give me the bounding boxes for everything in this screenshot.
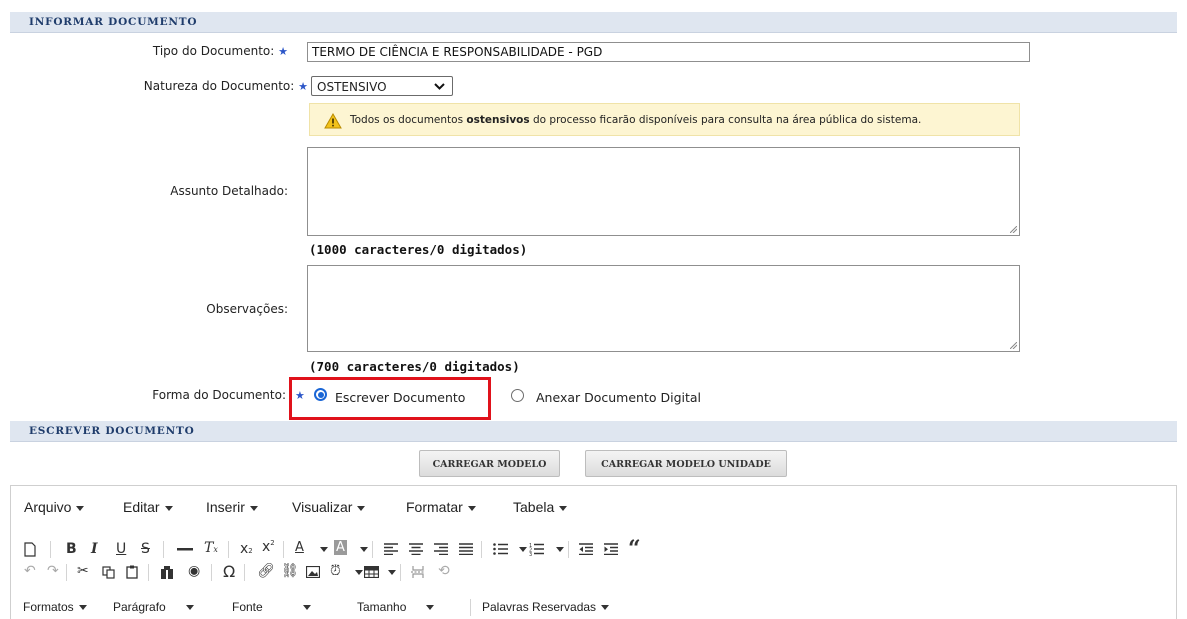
radio-anexar-label[interactable]: Anexar Documento Digital — [536, 390, 701, 405]
menu-inserir[interactable]: Inserir — [206, 499, 258, 515]
undo-icon[interactable]: ↶ — [24, 563, 36, 579]
dropdown-palavras-reservadas[interactable]: Palavras Reservadas — [482, 600, 610, 614]
chevron-down-icon[interactable] — [360, 547, 368, 552]
toolbar-separator — [163, 541, 164, 558]
section-title-escrever: Escrever Documento — [29, 425, 195, 437]
restore-draft-icon[interactable]: ⟲ — [438, 563, 450, 579]
rich-text-editor — [10, 485, 1177, 619]
toolbar-separator — [211, 564, 212, 581]
dropdown-paragrafo[interactable]: Parágrafo — [113, 600, 194, 614]
natureza-label: Natureza do Documento: ★ — [143, 79, 308, 93]
indent-icon[interactable] — [604, 543, 618, 555]
chevron-down-icon[interactable] — [355, 570, 363, 575]
link-icon[interactable]: 🔗︎ — [257, 563, 275, 579]
carregar-modelo-unidade-button[interactable]: CARREGAR MODELO UNIDADE — [585, 450, 787, 477]
image-icon[interactable] — [306, 566, 320, 578]
special-char-icon[interactable]: Ω — [223, 562, 235, 581]
dropdown-fonte[interactable]: Fonte — [232, 600, 311, 614]
strikethrough-icon[interactable]: S — [141, 541, 150, 557]
resize-grip-icon[interactable] — [1010, 226, 1017, 233]
subscript-icon[interactable]: x2 — [240, 541, 253, 557]
text-color-icon[interactable]: A — [295, 540, 304, 555]
menu-editar[interactable]: Editar — [123, 499, 173, 515]
underline-icon[interactable]: U — [116, 541, 126, 557]
section-header-escrever: Escrever Documento — [10, 421, 1177, 442]
paste-icon[interactable] — [126, 565, 138, 579]
forma-label: Forma do Documento: — [152, 388, 286, 402]
assunto-counter: (1000 caracteres/0 digitados) — [309, 242, 528, 257]
align-right-icon[interactable] — [434, 543, 448, 555]
unlink-icon[interactable]: ⛓︎ — [281, 563, 299, 579]
carregar-modelo-button[interactable]: CARREGAR MODELO — [419, 450, 560, 477]
required-icon: ★ — [298, 80, 308, 93]
menu-arquivo[interactable]: Arquivo — [24, 499, 85, 515]
warning-text: Todos os documentos ostensivos do proces… — [350, 114, 922, 126]
find-replace-icon[interactable] — [160, 566, 174, 579]
outdent-icon[interactable] — [579, 543, 593, 555]
horizontal-rule-icon[interactable] — [177, 548, 193, 551]
toolbar-separator — [66, 564, 67, 581]
radio-anexar-documento[interactable] — [511, 389, 524, 402]
page-break-icon[interactable] — [411, 566, 425, 578]
resize-grip-icon[interactable] — [1010, 342, 1017, 349]
align-justify-icon[interactable] — [459, 543, 473, 555]
cut-icon[interactable]: ✂ — [77, 563, 89, 579]
bold-icon[interactable]: B — [66, 541, 77, 557]
menu-formatar[interactable]: Formatar — [406, 499, 476, 515]
natureza-select-value: OSTENSIVO — [317, 80, 387, 94]
section-header-informar: Informar Documento — [10, 12, 1177, 33]
align-center-icon[interactable] — [409, 543, 423, 555]
section-title-informar: Informar Documento — [29, 16, 198, 28]
bullet-list-icon[interactable] — [493, 543, 508, 555]
chevron-down-icon[interactable] — [320, 547, 328, 552]
required-icon: ★ — [278, 45, 288, 58]
toolbar-separator — [148, 564, 149, 581]
dropdown-tamanho[interactable]: Tamanho — [357, 600, 435, 614]
assunto-textarea[interactable] — [307, 147, 1020, 236]
svg-text:3: 3 — [529, 552, 532, 556]
natureza-select[interactable]: OSTENSIVO — [311, 76, 453, 96]
background-color-icon[interactable]: A — [334, 540, 347, 555]
warning-icon — [324, 113, 342, 129]
preview-icon[interactable]: ◉ — [188, 563, 200, 579]
observacoes-label: Observações: — [206, 302, 288, 316]
menu-visualizar[interactable]: Visualizar — [292, 499, 366, 515]
toolbar-separator — [481, 541, 482, 558]
toolbar-separator — [283, 541, 284, 558]
radio-escrever-label[interactable]: Escrever Documento — [335, 390, 465, 405]
italic-icon[interactable]: I — [91, 541, 98, 557]
menu-tabela[interactable]: Tabela — [513, 499, 568, 515]
align-left-icon[interactable] — [384, 543, 398, 555]
superscript-icon[interactable]: x2 — [262, 539, 275, 555]
toolbar-separator — [568, 541, 569, 558]
radio-escrever-documento[interactable] — [314, 388, 327, 401]
numbered-list-icon[interactable]: 123 — [529, 542, 544, 556]
tipo-documento-input[interactable]: TERMO DE CIÊNCIA E RESPONSABILIDADE - PG… — [307, 42, 1030, 62]
redo-icon[interactable]: ↷ — [47, 563, 59, 579]
ostensivo-warning: Todos os documentos ostensivos do proces… — [309, 103, 1020, 136]
observacoes-textarea[interactable] — [307, 265, 1020, 352]
toolbar-separator — [400, 564, 401, 581]
dropdown-formatos[interactable]: Formatos — [23, 600, 87, 614]
toolbar-separator — [50, 541, 51, 558]
chevron-down-icon[interactable] — [388, 570, 396, 575]
chevron-down-icon[interactable] — [519, 547, 527, 552]
new-document-icon[interactable] — [24, 542, 36, 557]
chevron-down-icon — [434, 83, 445, 90]
observacoes-counter: (700 caracteres/0 digitados) — [309, 359, 520, 374]
chevron-down-icon[interactable] — [556, 547, 564, 552]
assunto-label: Assunto Detalhado: — [170, 184, 288, 198]
copy-icon[interactable] — [102, 566, 115, 579]
blockquote-icon[interactable]: “ — [628, 536, 641, 562]
toolbar-separator — [470, 599, 471, 616]
toolbar-separator — [228, 541, 229, 558]
table-icon[interactable] — [364, 566, 379, 578]
clear-format-icon[interactable]: Tx — [204, 540, 218, 556]
tipo-label: Tipo do Documento: ★ — [152, 44, 288, 58]
toolbar-separator — [372, 541, 373, 558]
toolbar-separator — [244, 564, 245, 581]
datetime-icon[interactable]: ⏰︎ — [330, 563, 341, 579]
